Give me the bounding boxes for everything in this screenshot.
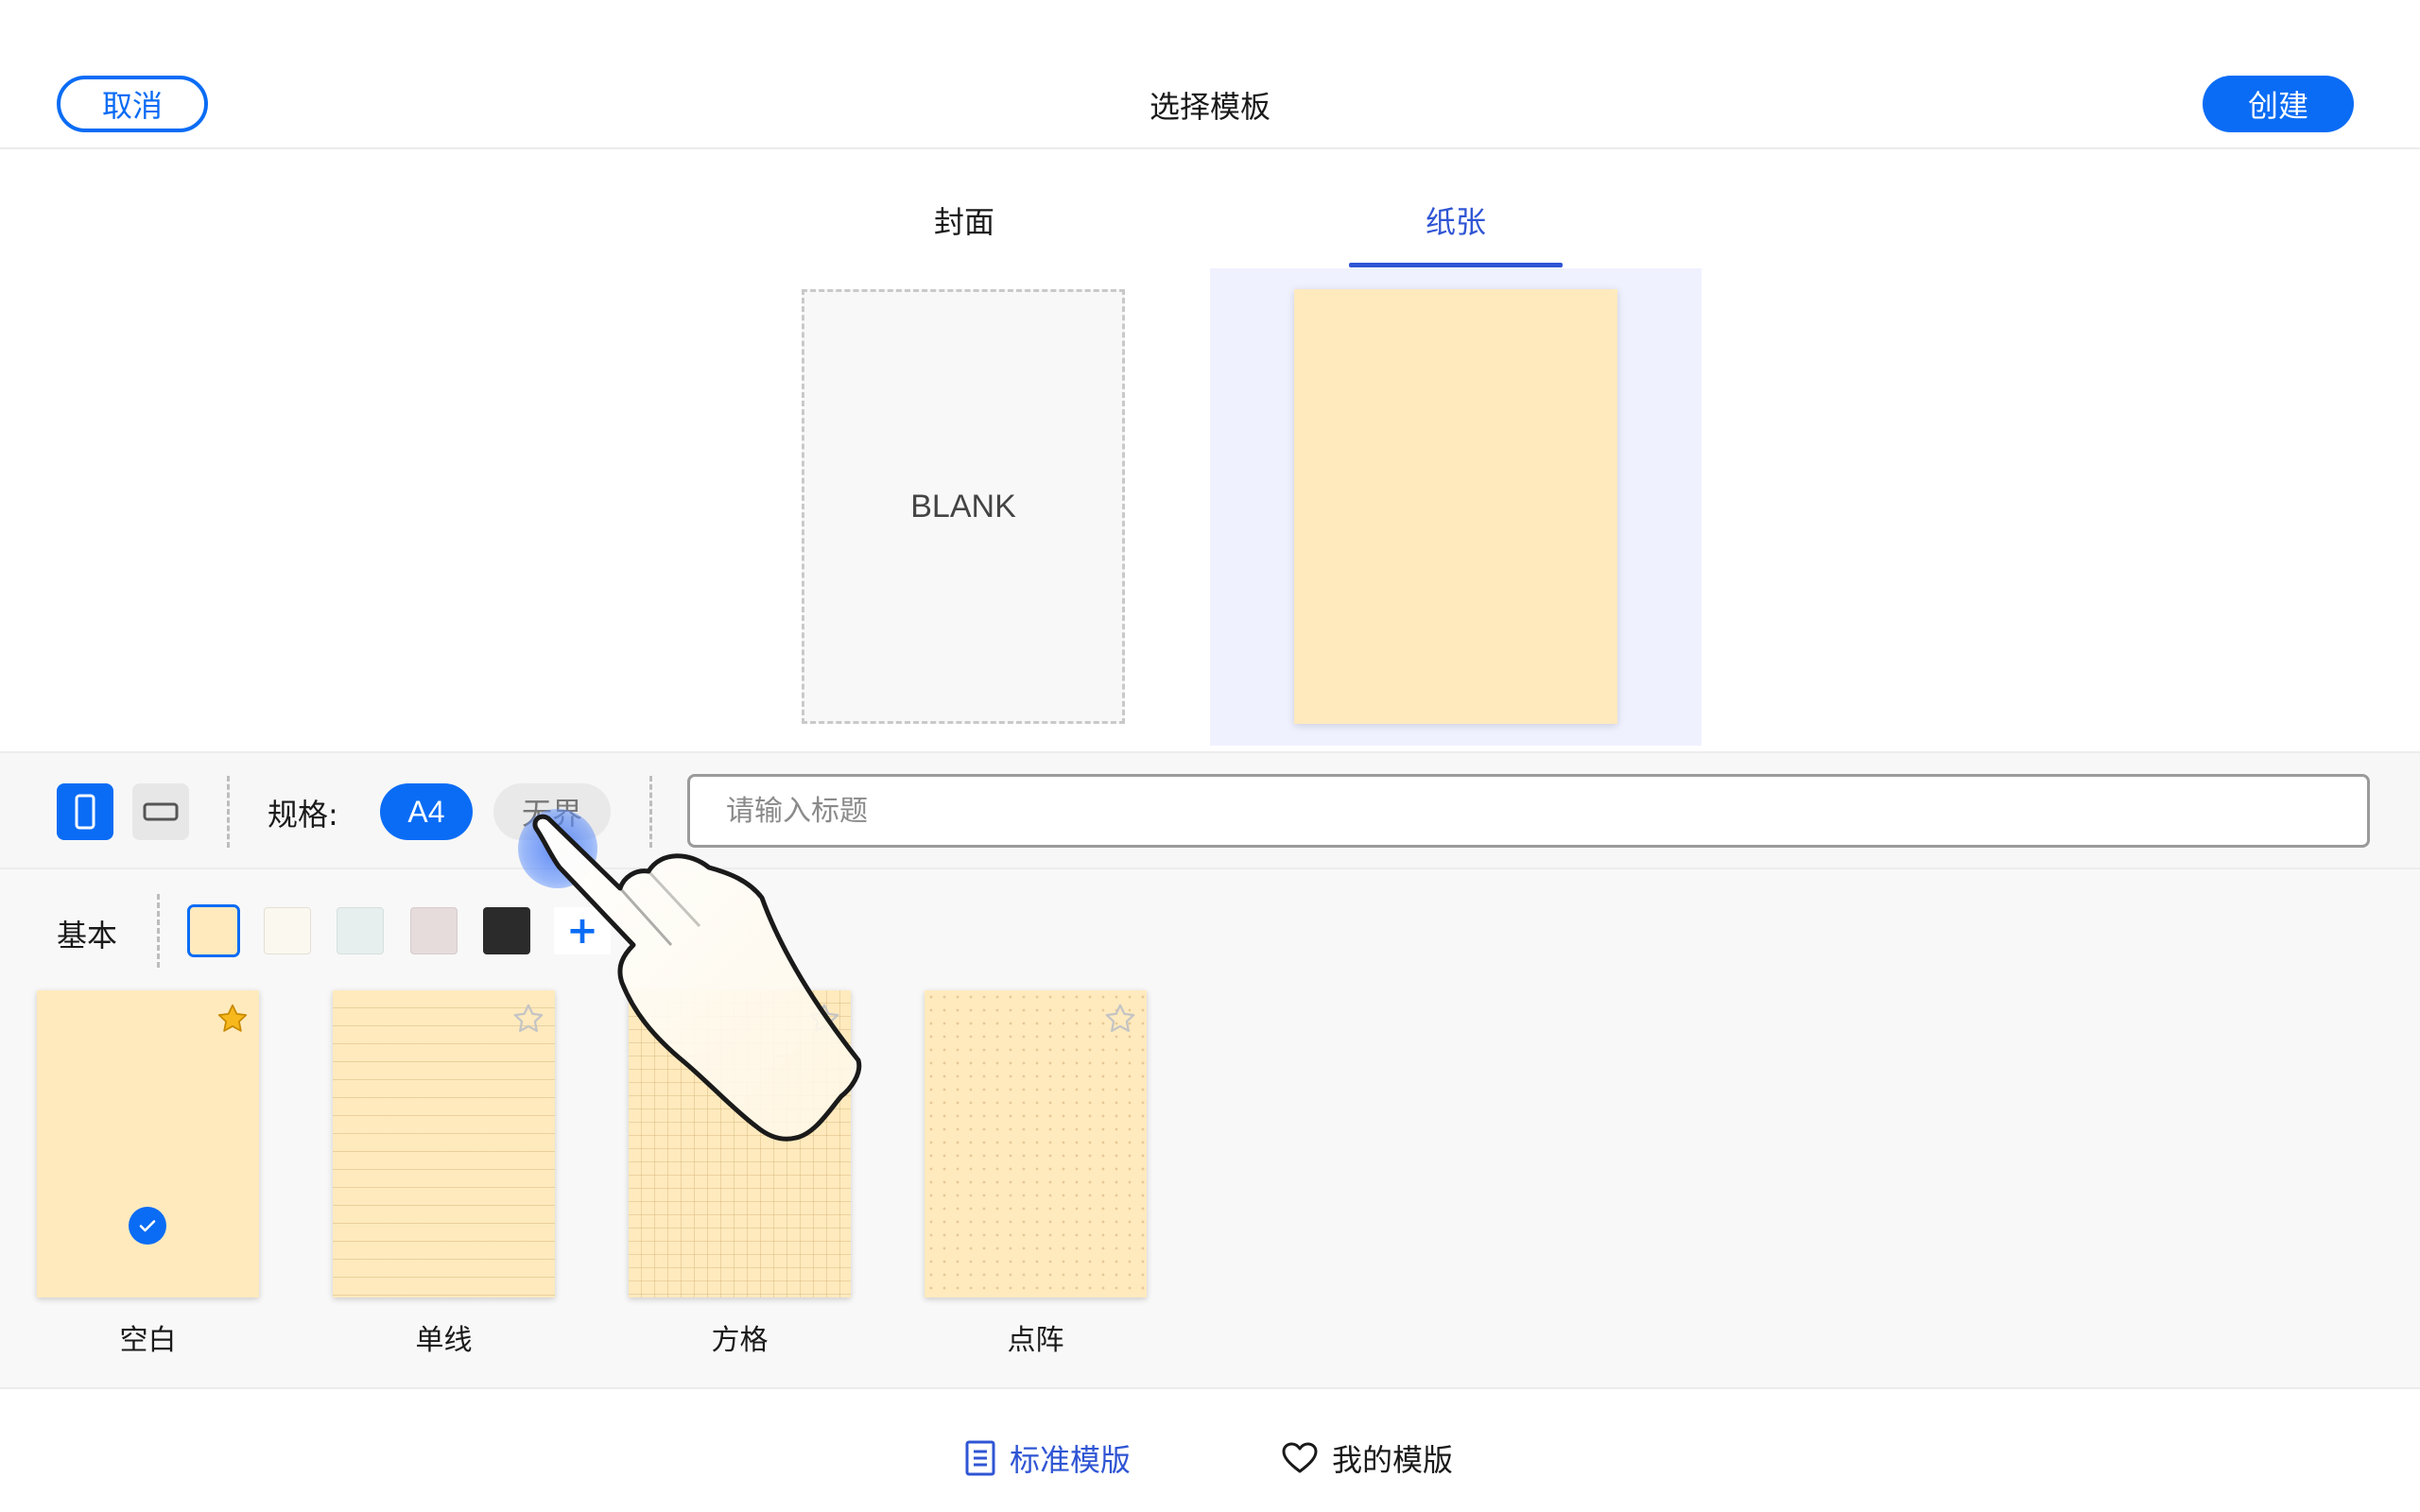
template-blank[interactable] [37, 990, 259, 1297]
template-dots[interactable] [925, 990, 1147, 1297]
landscape-orientation-button[interactable] [132, 783, 189, 840]
paper-preview[interactable] [1294, 289, 1617, 724]
nav-standard-templates[interactable]: 标准模版 [964, 1436, 1131, 1480]
tab-active-indicator [1349, 263, 1563, 267]
tab-cover[interactable]: 封面 [851, 198, 1078, 242]
cover-preview[interactable]: BLANK [802, 289, 1125, 724]
template-picker-page: 取消 选择模板 创建 封面 纸张 BLANK 规格: A4 无界 基本 [0, 0, 2420, 1512]
hand-pointer-icon [532, 814, 862, 1142]
color-swatch-rose[interactable] [410, 907, 458, 954]
basic-templates-section: 基本 + 空白 单线 方格 点阵 [0, 869, 2420, 1389]
tab-paper[interactable]: 纸张 [1342, 198, 1569, 242]
title-input[interactable] [687, 774, 2370, 848]
nav-my-templates[interactable]: 我的模版 [1281, 1436, 1453, 1480]
portrait-orientation-button[interactable] [57, 783, 113, 840]
cover-preview-label: BLANK [910, 488, 1016, 524]
template-label: 方格 [711, 1324, 769, 1357]
star-outline-icon[interactable] [1103, 1002, 1137, 1036]
star-filled-icon[interactable] [216, 1002, 250, 1036]
document-list-icon [965, 1440, 995, 1476]
template-label: 单线 [415, 1324, 473, 1357]
page-title: 选择模板 [1149, 89, 1270, 125]
color-swatch-ivory[interactable] [264, 907, 311, 954]
color-swatch-cream[interactable] [187, 904, 240, 957]
header-bar: 取消 选择模板 创建 [0, 0, 2420, 149]
template-ruled[interactable] [333, 990, 555, 1297]
color-swatch-black[interactable] [483, 907, 530, 954]
portrait-icon [75, 794, 95, 830]
selected-check-icon [129, 1207, 166, 1245]
bottom-navigation: 标准模版 我的模版 [0, 1399, 2420, 1512]
toolbar-divider [227, 776, 230, 848]
nav-standard-label: 标准模版 [1010, 1442, 1132, 1478]
size-a4-chip[interactable]: A4 [380, 783, 473, 840]
heart-icon [1282, 1442, 1318, 1473]
section-divider [157, 894, 160, 968]
template-label: 点阵 [1007, 1324, 1064, 1357]
nav-mine-label: 我的模版 [1332, 1442, 1454, 1478]
template-label: 空白 [119, 1324, 177, 1357]
color-swatch-mint[interactable] [337, 907, 384, 954]
create-button[interactable]: 创建 [2203, 76, 2354, 132]
options-toolbar: 规格: A4 无界 [0, 751, 2420, 869]
landscape-icon [143, 802, 179, 821]
basic-section-label: 基本 [57, 918, 118, 954]
size-spec-label: 规格: [268, 797, 338, 833]
